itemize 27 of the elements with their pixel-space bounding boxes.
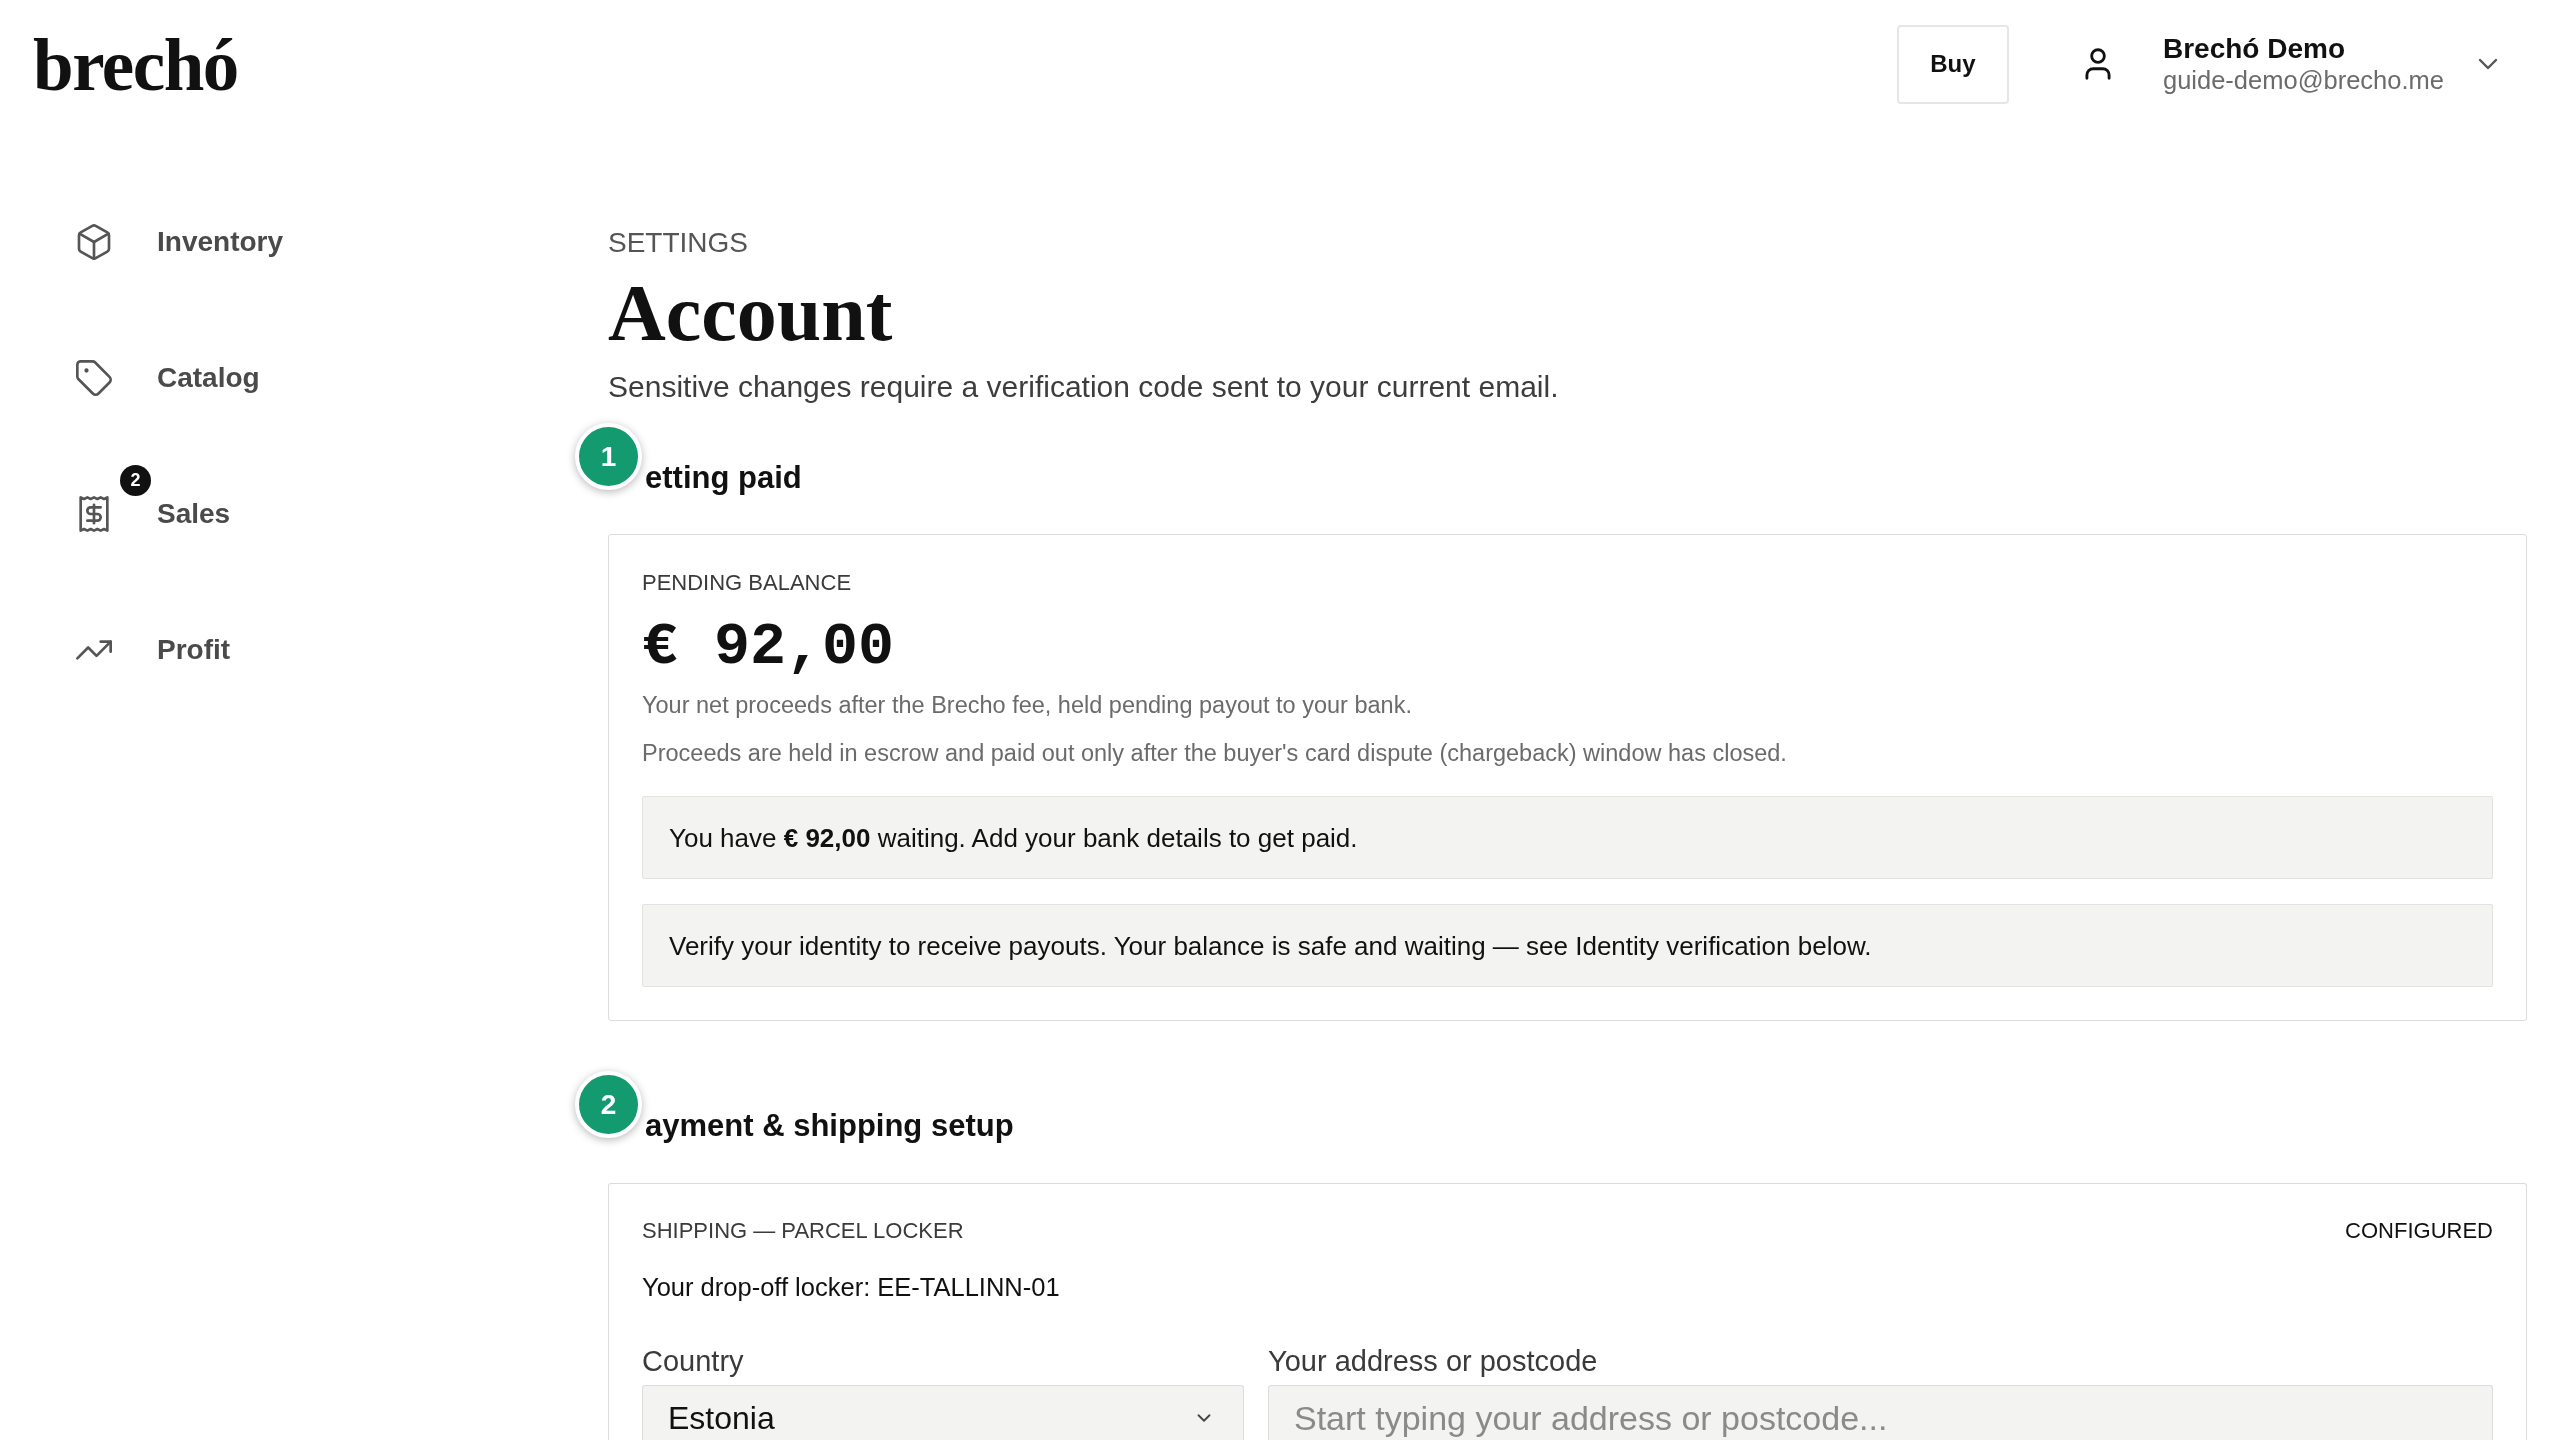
user-name: Brechó Demo bbox=[2162, 33, 2346, 65]
notice-text: Verify your identity to receive payouts. Your balance is safe and waiting — see Identity verification below. bbox=[669, 930, 1872, 961]
address-input[interactable]: Start typing your address or postcode... bbox=[1268, 1385, 2493, 1440]
buy-button[interactable]: Buy bbox=[1896, 24, 2009, 104]
balance-amount: € 92,00 bbox=[642, 615, 895, 679]
field-label: Your address or postcode bbox=[1268, 1344, 1598, 1378]
page-eyebrow: SETTINGS bbox=[608, 226, 748, 260]
card-label: SHIPPING — PARCEL LOCKER bbox=[642, 1217, 964, 1245]
section-heading: etting paid bbox=[645, 460, 802, 496]
notice-text: You have € 92,00 waiting. Add your bank details to get paid. bbox=[669, 822, 1358, 853]
sidebar-item[interactable]: Catalog bbox=[74, 348, 260, 408]
sidebar-item[interactable]: Inventory bbox=[74, 212, 284, 272]
balance-note: Proceeds are held in escrow and paid out only after the buyer's card dispute (chargeback) window has closed. bbox=[642, 739, 1787, 767]
logo[interactable]: brechó bbox=[33, 30, 238, 102]
section-heading: ayment & shipping setup bbox=[645, 1108, 1014, 1144]
balance-note: Your net proceeds after the Brecho fee, held pending payout to your bank. bbox=[642, 691, 1412, 719]
country-select[interactable]: Estonia bbox=[642, 1385, 1244, 1440]
sidebar-item[interactable]: Profit bbox=[74, 620, 231, 680]
page-subtitle: Sensitive changes require a verification code sent to your current email. bbox=[608, 369, 1559, 405]
status-label: CONFIGURED bbox=[2345, 1217, 2493, 1245]
locker-text: Your drop-off locker: EE-TALLINN-01 bbox=[642, 1272, 1060, 1302]
user-email: guide-demo@brecho.me bbox=[2162, 65, 2444, 95]
card-label: PENDING BALANCE bbox=[642, 569, 852, 597]
page-title: Account bbox=[608, 273, 893, 353]
field-label: Country bbox=[642, 1344, 744, 1378]
tag-icon bbox=[74, 358, 114, 398]
count-badge: 2 bbox=[120, 465, 151, 496]
